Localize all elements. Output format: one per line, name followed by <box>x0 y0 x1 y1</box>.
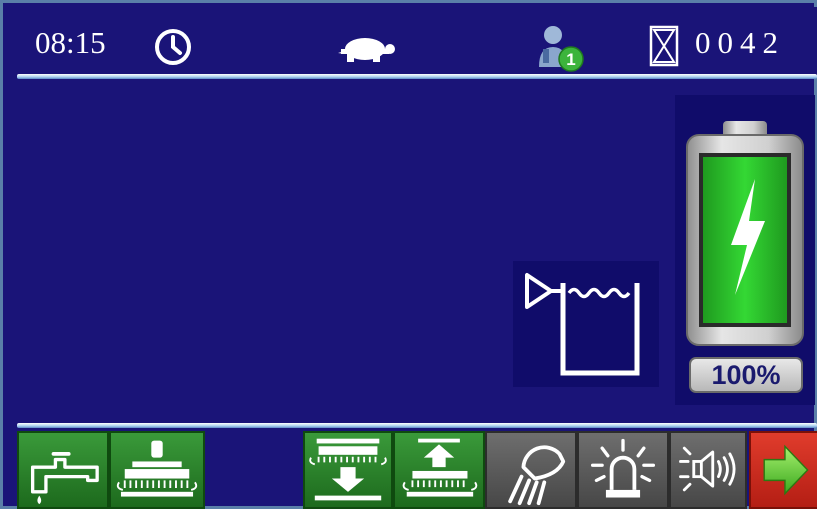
beacon-light-icon <box>590 438 656 498</box>
brush-deck-up-button[interactable] <box>393 431 485 509</box>
horn-button[interactable] <box>669 431 747 509</box>
clock-time: 08:15 <box>35 25 106 60</box>
hourglass-icon <box>649 25 679 67</box>
status-bar: 08:15 1 0042 <box>17 7 817 75</box>
top-divider <box>17 74 817 79</box>
water-tap-icon <box>30 451 99 505</box>
water-tank-icon <box>513 261 659 387</box>
beacon-button[interactable] <box>577 431 669 509</box>
clock-icon <box>155 29 191 65</box>
next-button[interactable] <box>749 431 817 509</box>
work-light-button[interactable] <box>485 431 577 509</box>
turtle-icon[interactable] <box>335 31 399 67</box>
battery-percent: 100% <box>689 357 803 393</box>
brush-deck-up-icon <box>402 438 478 497</box>
brush-pressure-button[interactable] <box>109 431 205 509</box>
operator-badge: 1 <box>566 50 575 69</box>
work-light-icon <box>508 445 566 506</box>
brush-deck-down-icon <box>309 438 387 501</box>
brush-pressure-icon <box>116 440 198 497</box>
brush-deck-down-button[interactable] <box>303 431 393 509</box>
bottom-divider <box>17 423 817 428</box>
user-icon[interactable]: 1 <box>531 23 587 73</box>
water-tap-button[interactable] <box>17 431 109 509</box>
battery-panel: 100% <box>675 95 815 405</box>
hour-counter: 0042 <box>695 25 785 60</box>
horn-icon <box>679 446 736 492</box>
battery-charging-icon <box>686 121 804 346</box>
arrow-right-icon <box>763 444 809 496</box>
function-button-bar <box>17 431 817 509</box>
machine-display: 08:15 1 0042 100% <box>0 0 817 509</box>
